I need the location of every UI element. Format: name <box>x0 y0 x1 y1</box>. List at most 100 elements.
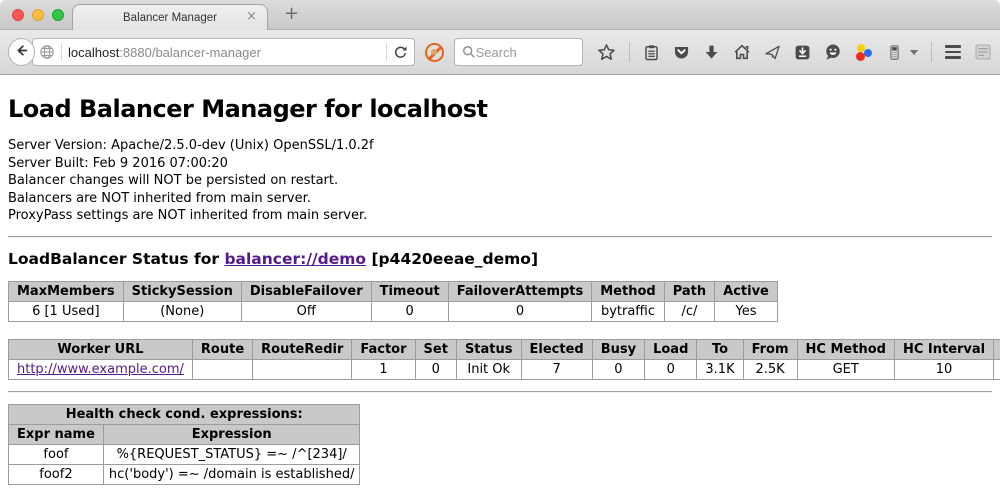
proxypass-note-line: ProxyPass settings are NOT inherited fro… <box>8 207 992 225</box>
site-identity-globe-icon[interactable] <box>39 44 55 60</box>
cell-path: /c/ <box>664 301 714 321</box>
cell-hc-interval: 10 <box>894 359 993 379</box>
chevron-down-icon[interactable] <box>910 50 918 55</box>
column-header: Passes <box>994 339 1000 359</box>
cell-from: 2.5K <box>743 359 797 379</box>
toolbar-icons <box>597 42 992 62</box>
cell-expr-name: foof <box>9 444 104 464</box>
column-header: Load <box>645 339 697 359</box>
status-suffix: [p4420eeae_demo] <box>366 250 538 268</box>
column-header: Status <box>456 339 521 359</box>
reload-icon[interactable] <box>393 45 408 60</box>
download-panel-icon[interactable] <box>794 44 811 61</box>
traffic-lights <box>12 9 64 21</box>
pocket-icon[interactable] <box>673 44 690 61</box>
table-header-row: Worker URL Route RouteRedir Factor Set S… <box>9 339 1000 359</box>
column-header: To <box>697 339 743 359</box>
window-titlebar: Balancer Manager × + <box>0 0 1000 30</box>
cell-disablefailover: Off <box>241 301 371 321</box>
content-blocked-icon[interactable] <box>425 43 443 62</box>
url-bar[interactable]: localhost:8880/balancer-manager <box>32 38 415 66</box>
worker-url-link[interactable]: http://www.example.com/ <box>17 362 184 377</box>
status-prefix: LoadBalancer Status for <box>8 250 224 268</box>
cell-method: bytraffic <box>592 301 664 321</box>
zoom-window-button[interactable] <box>52 9 64 21</box>
tab-close-icon[interactable]: × <box>246 9 257 24</box>
cell-failoverattempts: 0 <box>448 301 592 321</box>
cell-load: 0 <box>645 359 697 379</box>
column-header: Path <box>664 281 714 301</box>
page-content: Load Balancer Manager for localhost Serv… <box>0 75 1000 491</box>
column-header: Method <box>592 281 664 301</box>
search-input[interactable] <box>476 45 566 60</box>
server-info: Server Version: Apache/2.5.0-dev (Unix) … <box>8 137 992 225</box>
url-path: :8880/balancer-manager <box>119 45 261 60</box>
health-table-caption: Health check cond. expressions: <box>9 404 360 424</box>
table-row: foof %{REQUEST_STATUS} =~ /^[234]/ <box>9 444 360 464</box>
worker-row: http://www.example.com/ 1 0 Init Ok 7 0 … <box>9 359 1000 379</box>
table-row: 6 [1 Used] (None) Off 0 0 bytraffic /c/ … <box>9 301 778 321</box>
send-paper-plane-icon[interactable] <box>764 44 781 61</box>
sidebar-grid-icon[interactable] <box>974 43 992 61</box>
back-arrow-icon <box>14 43 29 62</box>
loadbalancer-status-heading: LoadBalancer Status for balancer://demo … <box>8 250 992 268</box>
column-header: HC Method <box>797 339 894 359</box>
cell-expression: %{REQUEST_STATUS} =~ /^[234]/ <box>103 444 360 464</box>
column-header: Factor <box>352 339 415 359</box>
worker-status-table: Worker URL Route RouteRedir Factor Set S… <box>8 339 1000 380</box>
close-window-button[interactable] <box>12 9 24 21</box>
cell-set: 0 <box>415 359 456 379</box>
balancer-demo-link[interactable]: balancer://demo <box>224 250 366 268</box>
column-header: Set <box>415 339 456 359</box>
cell-maxmembers: 6 [1 Used] <box>9 301 124 321</box>
table-row: foof2 hc('body') =~ /domain is establish… <box>9 464 360 484</box>
cell-status: Init Ok <box>456 359 521 379</box>
cell-expr-name: foof2 <box>9 464 104 484</box>
column-header: Expr name <box>9 424 104 444</box>
column-header: From <box>743 339 797 359</box>
cell-hc-method: GET <box>797 359 894 379</box>
url-host: localhost <box>68 45 119 60</box>
table-header-row: MaxMembers StickySession DisableFailover… <box>9 281 778 301</box>
column-header: Worker URL <box>9 339 193 359</box>
feedback-smiley-icon[interactable] <box>824 43 842 61</box>
battery-panel-icon[interactable] <box>886 44 903 61</box>
browser-tab[interactable]: Balancer Manager × <box>72 4 268 30</box>
extension-colored-dots-icon[interactable] <box>855 43 873 61</box>
cell-to: 3.1K <box>697 359 743 379</box>
persist-note-line: Balancer changes will NOT be persisted o… <box>8 172 992 190</box>
health-check-table: Health check cond. expressions: Expr nam… <box>8 404 360 485</box>
cell-active: Yes <box>715 301 778 321</box>
server-version-line: Server Version: Apache/2.5.0-dev (Unix) … <box>8 137 992 155</box>
column-header: RouteRedir <box>253 339 352 359</box>
column-header: Busy <box>592 339 644 359</box>
column-header: StickySession <box>123 281 241 301</box>
balancer-summary-table: MaxMembers StickySession DisableFailover… <box>8 281 778 322</box>
reading-list-clipboard-icon[interactable] <box>643 44 660 61</box>
search-icon <box>462 45 476 59</box>
cell-stickysession: (None) <box>123 301 241 321</box>
column-header: Route <box>192 339 252 359</box>
cell-timeout: 0 <box>371 301 448 321</box>
server-built-line: Server Built: Feb 9 2016 07:00:20 <box>8 155 992 173</box>
bookmark-star-icon[interactable] <box>597 43 616 62</box>
column-header: DisableFailover <box>241 281 371 301</box>
tab-title: Balancer Manager <box>123 12 217 24</box>
inherit-note-line: Balancers are NOT inherited from main se… <box>8 190 992 208</box>
column-header: Expression <box>103 424 360 444</box>
column-header: Timeout <box>371 281 448 301</box>
urlbar-divider <box>61 43 62 61</box>
cell-expression: hc('body') =~ /domain is established/ <box>103 464 360 484</box>
menu-hamburger-icon[interactable] <box>945 45 961 59</box>
home-icon[interactable] <box>733 43 751 61</box>
new-tab-button[interactable]: + <box>284 3 299 24</box>
back-button[interactable] <box>8 38 35 66</box>
cell-passes: 1 (0) <box>994 359 1000 379</box>
column-header: MaxMembers <box>9 281 124 301</box>
url-input[interactable]: localhost:8880/balancer-manager <box>68 45 380 60</box>
section-divider <box>8 391 992 393</box>
search-bar[interactable] <box>454 38 583 66</box>
download-arrow-icon[interactable] <box>703 44 720 61</box>
section-divider <box>8 236 992 238</box>
minimize-window-button[interactable] <box>32 9 44 21</box>
